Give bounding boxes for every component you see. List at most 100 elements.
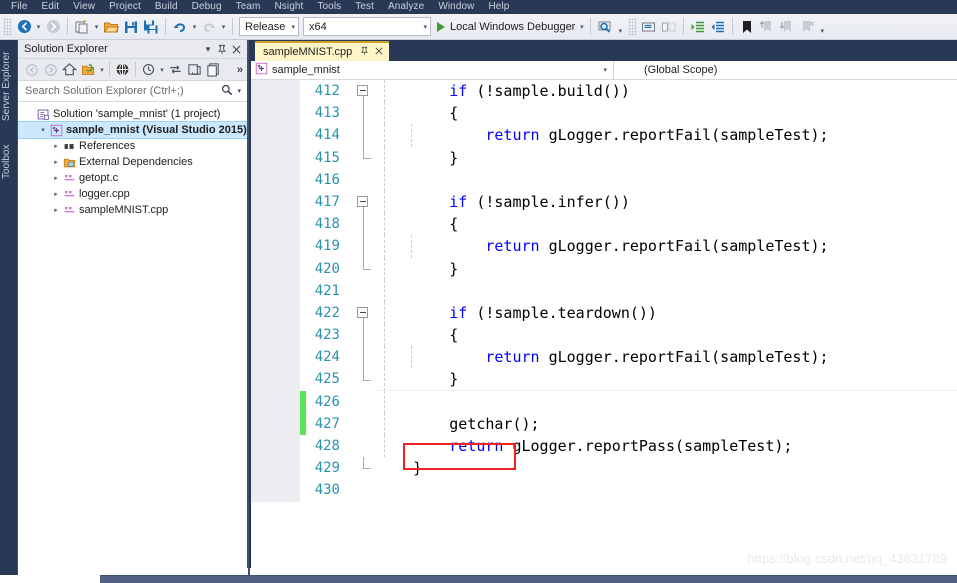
menu-item-tools[interactable]: Tools bbox=[310, 0, 348, 14]
code-line[interactable]: 422 if (!sample.teardown()) bbox=[251, 301, 957, 325]
bookmark-icon[interactable] bbox=[737, 17, 757, 37]
forward-icon[interactable] bbox=[41, 60, 60, 79]
code-folding-margin[interactable] bbox=[351, 479, 377, 501]
pin-icon[interactable] bbox=[352, 46, 373, 59]
show-all-files-icon[interactable] bbox=[204, 60, 223, 79]
home-icon[interactable] bbox=[60, 60, 79, 79]
menu-item-team[interactable]: Team bbox=[229, 0, 268, 14]
tab-sampleMNIST-cpp[interactable]: sampleMNIST.cpp bbox=[255, 41, 390, 61]
toolbar-grip[interactable] bbox=[628, 17, 638, 36]
menu-item-debug[interactable]: Debug bbox=[185, 0, 229, 14]
code-line[interactable]: 430 bbox=[251, 479, 957, 502]
redo-dropdown-icon[interactable] bbox=[219, 17, 228, 37]
code-folding-margin[interactable] bbox=[351, 457, 377, 479]
bottom-splitter[interactable] bbox=[100, 575, 957, 583]
menu-item-edit[interactable]: Edit bbox=[35, 0, 67, 14]
code-line[interactable]: 413 { bbox=[251, 102, 957, 125]
start-debugging-button[interactable]: Local Windows Debugger bbox=[433, 17, 577, 37]
menu-item-test[interactable]: Test bbox=[348, 0, 381, 14]
code-folding-margin[interactable] bbox=[351, 257, 377, 280]
previous-bookmark-icon[interactable] bbox=[757, 17, 777, 37]
close-icon[interactable] bbox=[373, 46, 383, 58]
code-folding-margin[interactable] bbox=[351, 191, 377, 214]
refresh-icon[interactable] bbox=[166, 60, 185, 79]
collapse-region-icon[interactable] bbox=[357, 306, 368, 318]
save-icon[interactable] bbox=[121, 17, 141, 37]
sidebar-item-toolbox[interactable]: Toolbox bbox=[1, 136, 18, 188]
sync-dropdown-icon[interactable] bbox=[98, 66, 106, 74]
code-folding-margin[interactable] bbox=[351, 280, 377, 302]
menu-item-help[interactable]: Help bbox=[481, 0, 516, 14]
code-line[interactable]: 417 if (!sample.infer()) bbox=[251, 190, 957, 214]
code-folding-margin[interactable] bbox=[351, 413, 377, 435]
code-line[interactable]: 429} bbox=[251, 457, 957, 480]
tree-item-getopt-c[interactable]: ▸ getopt.c bbox=[18, 170, 247, 186]
navigate-forward-icon[interactable] bbox=[43, 17, 63, 37]
sync-with-active-document-icon[interactable] bbox=[79, 60, 98, 79]
code-folding-margin[interactable] bbox=[351, 124, 377, 147]
code-line[interactable]: 420} bbox=[251, 257, 957, 280]
chevron-right-icon[interactable]: ▸ bbox=[50, 142, 62, 150]
uncomment-icon[interactable] bbox=[659, 17, 679, 37]
toolbar-overflow-button[interactable] bbox=[817, 17, 827, 37]
code-folding-margin[interactable] bbox=[351, 435, 377, 457]
menu-item-build[interactable]: Build bbox=[148, 0, 185, 14]
pin-icon[interactable] bbox=[215, 42, 229, 57]
find-icon[interactable] bbox=[595, 17, 615, 37]
back-icon[interactable] bbox=[22, 60, 41, 79]
code-line[interactable]: 425} bbox=[251, 368, 957, 391]
collapse-region-icon[interactable] bbox=[357, 85, 368, 96]
chevron-right-icon[interactable]: ▸ bbox=[50, 158, 62, 166]
code-folding-margin[interactable] bbox=[351, 391, 377, 413]
code-folding-margin[interactable] bbox=[351, 213, 377, 236]
search-input[interactable] bbox=[25, 85, 220, 97]
code-line[interactable]: 418 { bbox=[251, 213, 957, 236]
code-line[interactable]: 421 bbox=[251, 279, 957, 302]
code-line[interactable]: 412 if (!sample.build()) bbox=[251, 80, 957, 103]
project-scope-combo[interactable]: sample_mnist ▾ bbox=[251, 60, 614, 80]
chevron-down-icon[interactable]: ▾ bbox=[201, 42, 215, 57]
code-editor[interactable]: 412 if (!sample.build()) 413 {414 return gLo… bbox=[251, 80, 957, 583]
code-folding-margin[interactable] bbox=[351, 169, 377, 191]
code-line[interactable]: 424 return gLogger.reportFail(sampleTest)… bbox=[251, 346, 957, 369]
code-line[interactable]: 419 return gLogger.reportFail(sampleTest)… bbox=[251, 235, 957, 258]
new-project-dropdown-icon[interactable] bbox=[92, 17, 101, 37]
tree-item-sample-mnist-visual-studio-2015[interactable]: ▾ sample_mnist (Visual Studio 2015) bbox=[18, 121, 247, 139]
solution-configuration-combo[interactable]: Release ▾ bbox=[239, 17, 299, 36]
tree-item-external-dependencies[interactable]: ▸ External Dependencies bbox=[18, 154, 247, 170]
pending-changes-filter-icon[interactable] bbox=[139, 60, 158, 79]
code-line[interactable]: 428 return gLogger.reportPass(sampleTest)… bbox=[251, 435, 957, 458]
undo-icon[interactable] bbox=[170, 17, 190, 37]
menu-item-nsight[interactable]: Nsight bbox=[267, 0, 310, 14]
properties-icon[interactable] bbox=[113, 60, 132, 79]
tree-item-samplemnist-cpp[interactable]: ▸ sampleMNIST.cpp bbox=[18, 202, 247, 218]
solution-explorer-toolbar-overflow[interactable]: » bbox=[237, 64, 247, 76]
menu-item-view[interactable]: View bbox=[66, 0, 102, 14]
navigate-back-icon[interactable] bbox=[14, 17, 34, 37]
code-line[interactable]: 426 bbox=[251, 390, 957, 413]
solution-platform-combo[interactable]: x64 ▾ bbox=[303, 17, 431, 36]
chevron-right-icon[interactable]: ▸ bbox=[50, 174, 62, 182]
chevron-down-icon[interactable]: ▾ bbox=[235, 87, 243, 95]
close-icon[interactable] bbox=[229, 42, 243, 57]
collapse-all-icon[interactable] bbox=[185, 60, 204, 79]
menu-item-file[interactable]: File bbox=[4, 0, 35, 14]
code-folding-margin[interactable] bbox=[351, 368, 377, 390]
code-folding-margin[interactable] bbox=[351, 324, 377, 347]
collapse-region-icon[interactable] bbox=[357, 195, 368, 207]
increase-indent-icon[interactable] bbox=[688, 17, 708, 37]
code-line[interactable]: 423 { bbox=[251, 324, 957, 347]
undo-dropdown-icon[interactable] bbox=[190, 17, 199, 37]
redo-icon[interactable] bbox=[199, 17, 219, 37]
menu-item-window[interactable]: Window bbox=[431, 0, 481, 14]
sidebar-item-server-explorer[interactable]: Server Explorer bbox=[1, 42, 18, 130]
search-icon[interactable] bbox=[219, 84, 235, 99]
code-line[interactable]: 415} bbox=[251, 146, 957, 169]
chevron-down-icon[interactable]: ▾ bbox=[37, 126, 49, 134]
save-all-icon[interactable] bbox=[141, 17, 161, 37]
debug-target-dropdown-icon[interactable] bbox=[577, 17, 586, 37]
decrease-indent-icon[interactable] bbox=[708, 17, 728, 37]
pending-changes-dropdown-icon[interactable] bbox=[158, 66, 166, 74]
toolbar-grip[interactable] bbox=[3, 17, 12, 36]
code-line[interactable]: 414 return gLogger.reportFail(sampleTest)… bbox=[251, 124, 957, 147]
